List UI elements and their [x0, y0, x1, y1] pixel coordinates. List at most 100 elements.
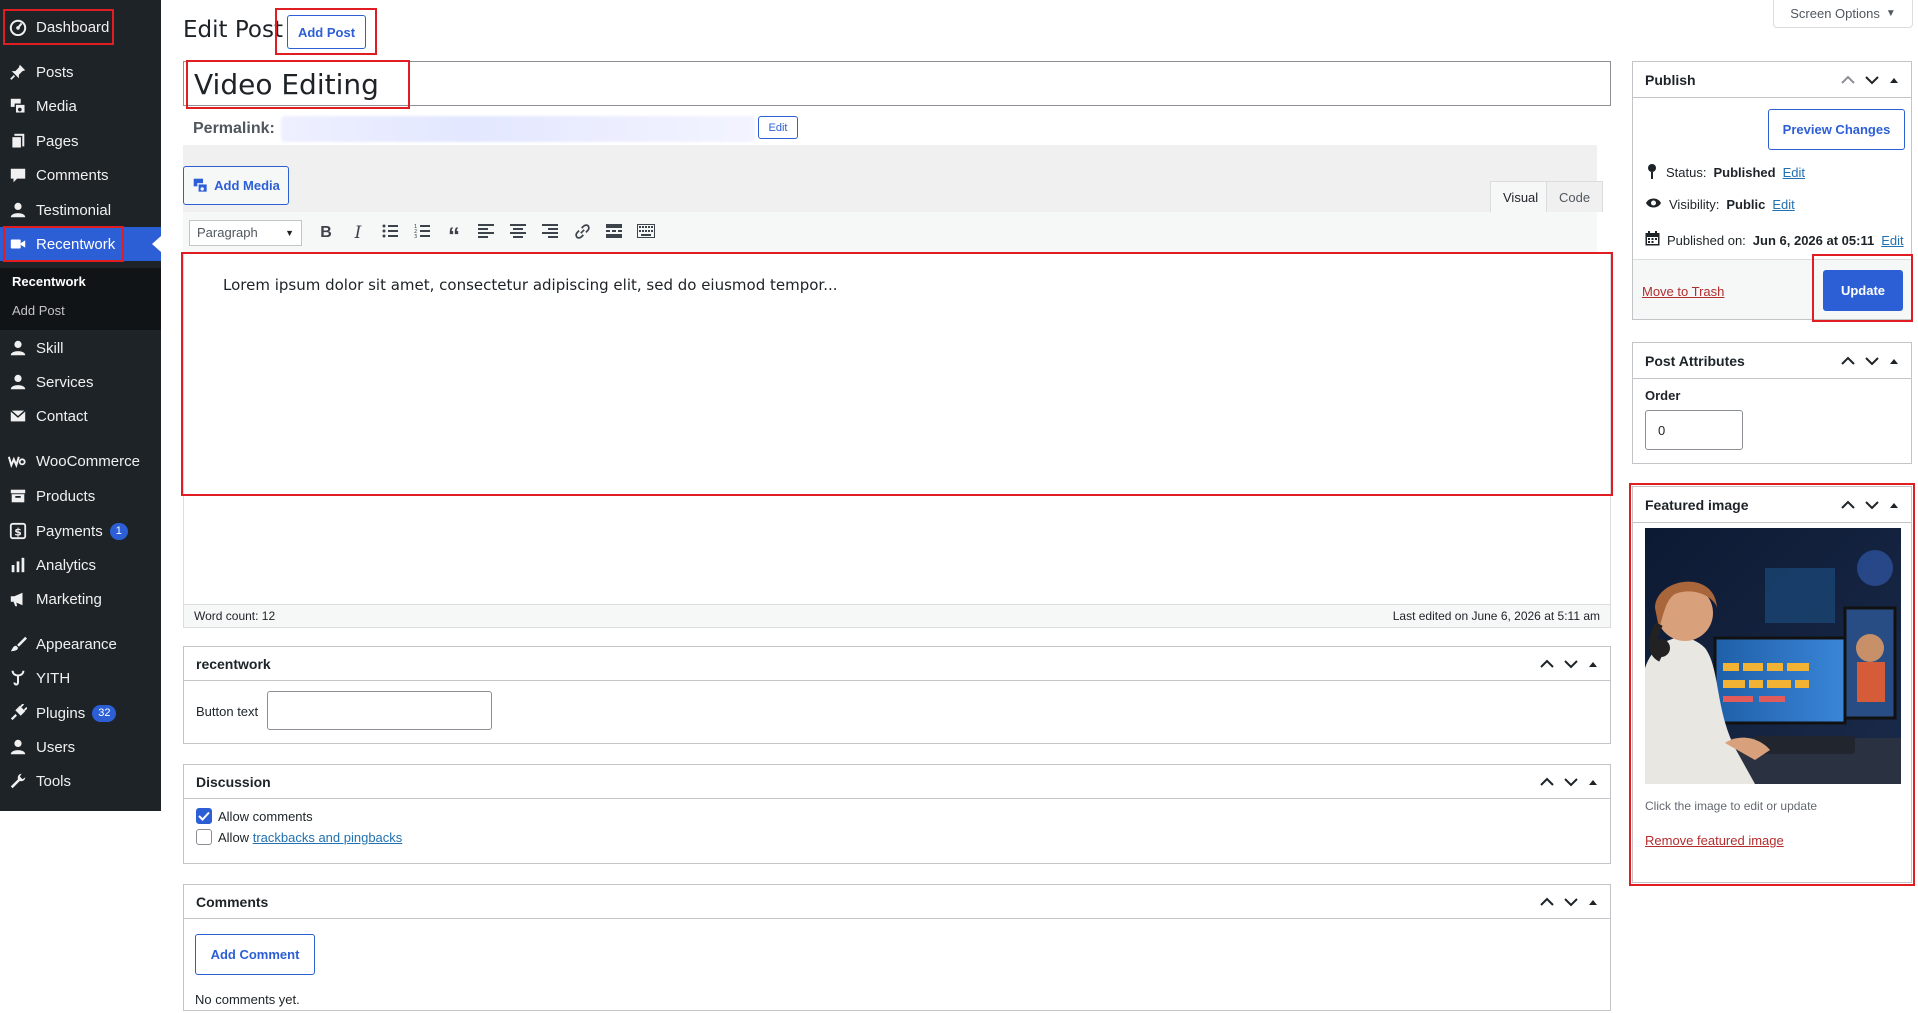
bar-chart-icon	[0, 556, 36, 574]
published-on-row: Published on: Jun 6, 2026 at 05:11 Edit	[1645, 231, 1904, 249]
sidebar-item-posts[interactable]: Posts	[0, 55, 161, 89]
align-center-button[interactable]	[502, 219, 534, 247]
sidebar-item-label: Users	[36, 738, 76, 756]
sidebar-item-products[interactable]: Products	[0, 479, 161, 513]
submenu: Recentwork Add Post	[0, 268, 161, 330]
triangle-up-icon[interactable]	[1889, 501, 1899, 509]
box-handles	[1841, 356, 1899, 366]
chevron-down-icon[interactable]	[1865, 75, 1879, 85]
order-input[interactable]: 0	[1645, 410, 1743, 450]
tab-code[interactable]: Code	[1546, 181, 1604, 212]
sidebar-item-woocommerce[interactable]: WooCommerce	[0, 444, 161, 478]
submenu-item-add-post[interactable]: Add Post	[12, 303, 65, 318]
edit-status-link[interactable]: Edit	[1783, 165, 1805, 180]
sidebar-item-media[interactable]: Media	[0, 89, 161, 123]
edit-visibility-link[interactable]: Edit	[1772, 197, 1794, 212]
add-comment-button[interactable]: Add Comment	[195, 934, 315, 975]
allow-comments-checkbox[interactable]	[196, 808, 212, 824]
sidebar-item-label: Plugins	[36, 704, 86, 722]
status-label: Status:	[1666, 165, 1707, 180]
sidebar-item-yith[interactable]: YITH	[0, 661, 161, 695]
blockquote-button[interactable]: “	[438, 219, 470, 248]
pages-icon	[0, 132, 36, 150]
insert-link-button[interactable]	[566, 219, 598, 247]
format-select[interactable]: Paragraph ▼	[189, 219, 302, 246]
visibility-row: Visibility: Public Edit	[1645, 197, 1795, 212]
chevron-down-icon[interactable]	[1564, 897, 1578, 907]
chevron-up-icon[interactable]	[1841, 500, 1855, 510]
megaphone-icon	[0, 590, 36, 608]
sidebar-item-services[interactable]: Services	[0, 365, 161, 399]
post-title-field[interactable]: Video Editing	[183, 60, 1611, 109]
triangle-up-icon[interactable]	[1588, 660, 1598, 668]
triangle-up-icon[interactable]	[1588, 778, 1598, 786]
featured-image-thumbnail[interactable]	[1645, 528, 1901, 784]
sidebar-item-pages[interactable]: Pages	[0, 124, 161, 158]
eye-icon	[1645, 197, 1662, 212]
chevron-up-icon[interactable]	[1540, 659, 1554, 669]
bullet-list-button[interactable]	[374, 219, 406, 247]
button-text-input[interactable]	[267, 691, 492, 730]
allow-comments-label: Allow comments	[218, 808, 313, 824]
chevron-down-icon[interactable]	[1865, 500, 1879, 510]
numbered-list-button[interactable]: 123	[406, 219, 438, 247]
screen-options-button[interactable]: Screen Options ▼	[1773, 0, 1913, 28]
chevron-down-icon[interactable]	[1564, 777, 1578, 787]
bold-button[interactable]: B	[310, 219, 342, 247]
chevron-down-icon[interactable]	[1564, 659, 1578, 669]
permalink-edit-button[interactable]: Edit	[758, 116, 798, 139]
triangle-up-icon[interactable]	[1588, 898, 1598, 906]
sidebar-item-marketing[interactable]: Marketing	[0, 582, 161, 616]
move-to-trash-link[interactable]: Move to Trash	[1642, 284, 1724, 299]
status-row: Status: Published Edit	[1645, 163, 1805, 182]
yith-icon	[0, 669, 36, 687]
sidebar-item-skill[interactable]: Skill	[0, 331, 161, 365]
content-text: Lorem ipsum dolor sit amet, consectetur …	[223, 276, 838, 294]
chevron-up-icon[interactable]	[1841, 75, 1855, 85]
pin-icon	[1645, 163, 1659, 182]
triangle-up-icon[interactable]	[1889, 357, 1899, 365]
align-left-button[interactable]	[470, 219, 502, 247]
tab-visual[interactable]: Visual	[1490, 181, 1552, 212]
sidebar-item-tools[interactable]: Tools	[0, 764, 161, 798]
box-title: Discussion	[196, 773, 271, 790]
align-right-button[interactable]	[534, 219, 566, 247]
chevron-up-icon[interactable]	[1540, 777, 1554, 787]
read-more-button[interactable]	[598, 219, 630, 247]
remove-featured-image-link[interactable]: Remove featured image	[1645, 833, 1784, 848]
sidebar-item-payments[interactable]: $ Payments 1	[0, 514, 161, 548]
plug-icon	[0, 704, 36, 722]
content-editor[interactable]: Lorem ipsum dolor sit amet, consectetur …	[181, 252, 1613, 496]
sidebar-item-comments[interactable]: Comments	[0, 158, 161, 192]
sidebar-item-plugins[interactable]: Plugins 32	[0, 696, 161, 730]
submenu-item-recentwork[interactable]: Recentwork	[12, 274, 86, 289]
triangle-up-icon[interactable]	[1889, 76, 1899, 84]
allow-trackbacks-checkbox[interactable]	[196, 829, 212, 845]
notification-badge: 1	[109, 522, 128, 540]
post-title-input[interactable]: Video Editing	[186, 60, 410, 109]
box-title: Comments	[196, 893, 269, 910]
edit-date-link[interactable]: Edit	[1881, 233, 1903, 248]
toolbar-toggle-button[interactable]	[630, 219, 662, 247]
align-left-icon	[478, 224, 494, 241]
chevron-down-icon[interactable]	[1865, 356, 1879, 366]
chevron-up-icon[interactable]	[1841, 356, 1855, 366]
sidebar-item-testimonial[interactable]: Testimonial	[0, 193, 161, 227]
permalink-url[interactable]	[281, 116, 755, 142]
sidebar-item-users[interactable]: Users	[0, 730, 161, 764]
sidebar-item-analytics[interactable]: Analytics	[0, 548, 161, 582]
add-media-button[interactable]: Add Media	[183, 166, 289, 205]
sidebar-item-contact[interactable]: Contact	[0, 399, 161, 433]
permalink-label: Permalink:	[193, 120, 275, 137]
last-edited: Last edited on June 6, 2026 at 5:11 am	[1392, 609, 1600, 623]
video-editor-photo	[1645, 528, 1901, 784]
italic-button[interactable]: I	[342, 219, 374, 247]
trackbacks-link[interactable]: trackbacks and pingbacks	[253, 830, 403, 845]
chevron-up-icon[interactable]	[1540, 897, 1554, 907]
checkmark-icon	[198, 811, 210, 821]
page-title: Edit Post	[183, 17, 283, 43]
preview-changes-button[interactable]: Preview Changes	[1768, 109, 1905, 150]
sidebar-item-appearance[interactable]: Appearance	[0, 627, 161, 661]
user-icon	[0, 201, 36, 219]
format-select-value: Paragraph	[197, 225, 258, 240]
